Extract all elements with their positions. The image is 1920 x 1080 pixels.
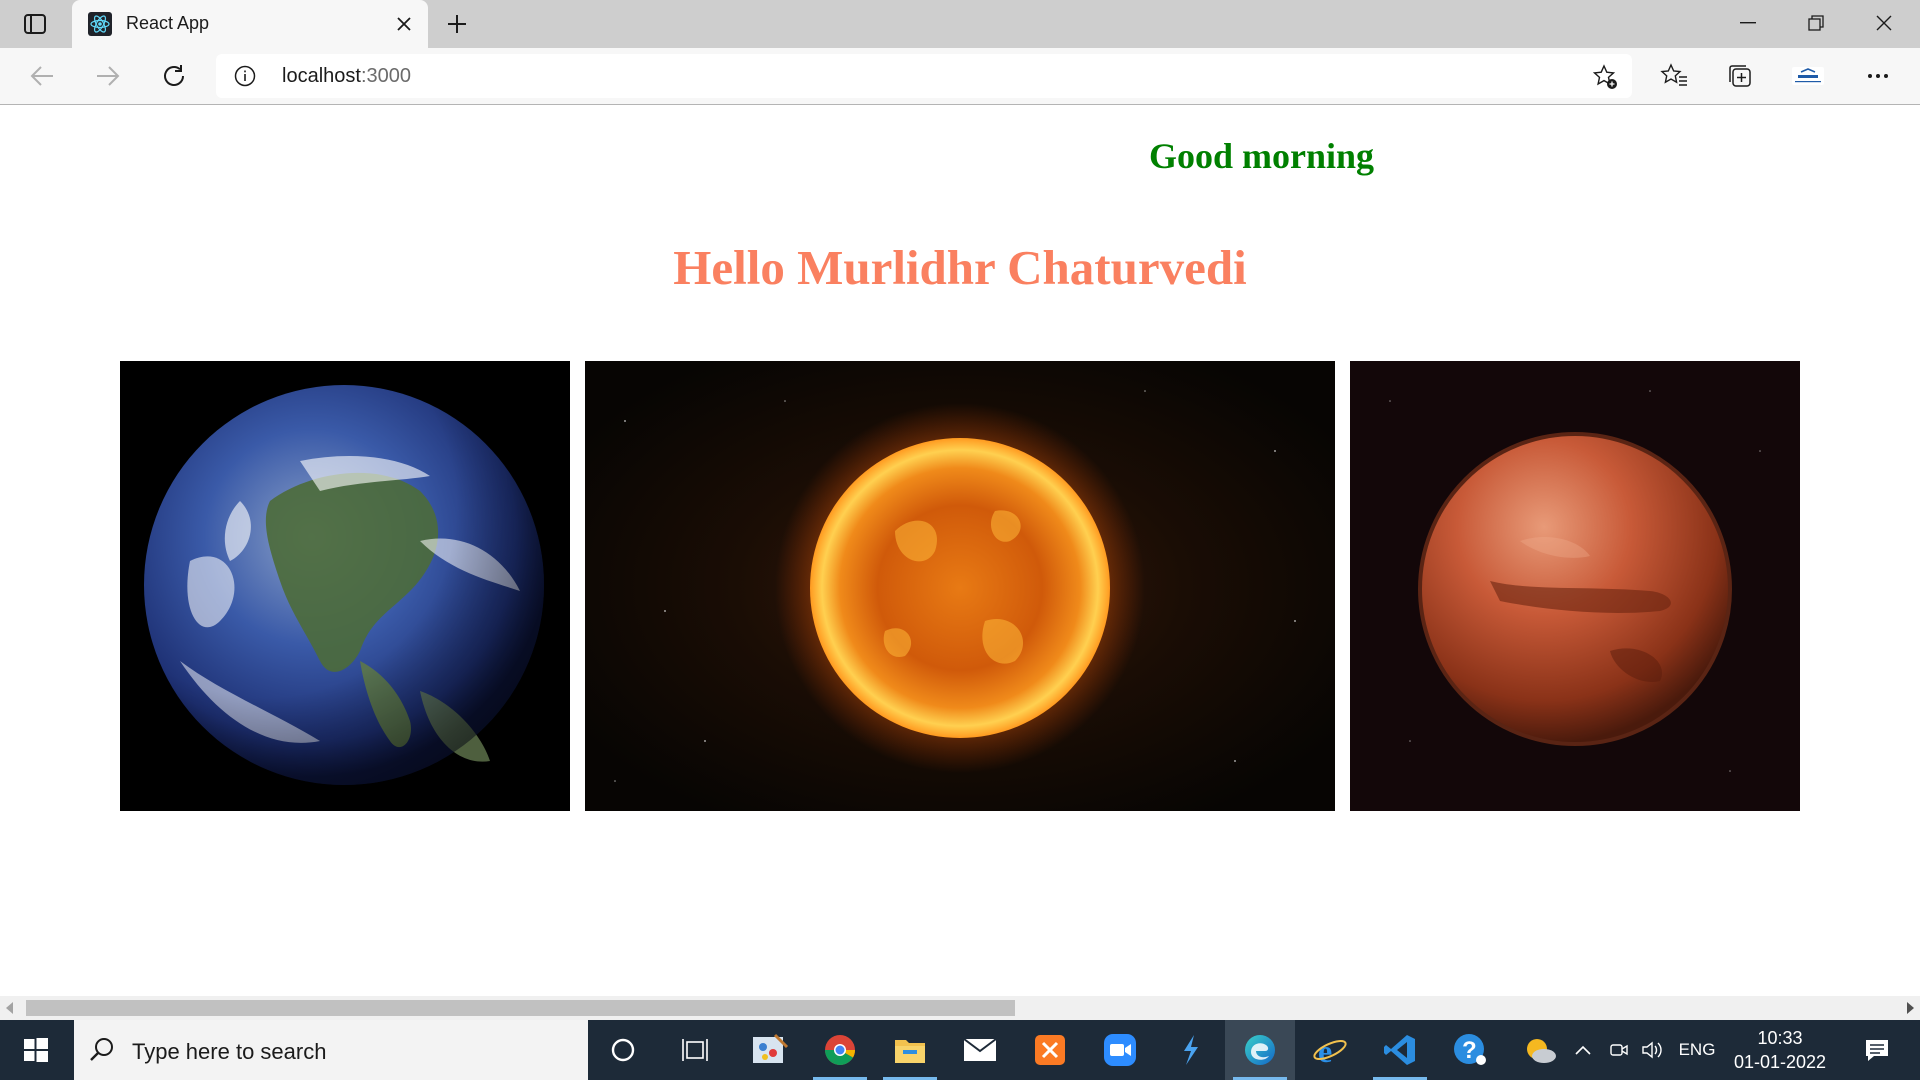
collections-icon[interactable] [1722, 59, 1758, 93]
clock-time: 10:33 [1757, 1028, 1803, 1048]
taskbar: Type here to search e ? ENG 10:33 01-01-… [0, 1020, 1920, 1080]
hello-heading: Hello Murlidhr Chaturvedi [673, 240, 1247, 295]
scroll-right-icon[interactable] [1907, 1002, 1914, 1014]
clock-date: 01-01-2022 [1733, 1052, 1827, 1072]
greeting-text: Good morning [1149, 136, 1375, 176]
forward-icon[interactable] [90, 59, 126, 93]
sun-image [585, 361, 1335, 811]
internet-explorer-icon[interactable]: e [1295, 1020, 1365, 1080]
address-bar[interactable]: localhost:3000 [216, 54, 1632, 98]
clock[interactable]: 10:33 01-01-2022 [1720, 1026, 1840, 1074]
visual-studio-installer-icon[interactable] [1155, 1020, 1225, 1080]
horizontal-scrollbar[interactable] [0, 996, 1920, 1020]
help-icon[interactable]: ? [1435, 1020, 1505, 1080]
url-text[interactable]: localhost:3000 [282, 65, 411, 88]
task-view-icon[interactable] [660, 1020, 730, 1080]
svg-text:?: ? [1462, 1037, 1477, 1064]
show-hidden-icons-icon[interactable] [1568, 1020, 1598, 1080]
meet-now-icon[interactable] [1604, 1020, 1634, 1080]
search-icon [88, 1036, 116, 1064]
browser-toolbar: localhost:3000 [0, 48, 1920, 105]
tab-react-app[interactable]: React App [72, 0, 428, 48]
mail-icon[interactable] [945, 1020, 1015, 1080]
tab-actions-icon[interactable] [20, 10, 50, 38]
scrollbar-thumb[interactable] [26, 1000, 1015, 1016]
refresh-icon[interactable] [156, 59, 192, 93]
edge-icon[interactable] [1225, 1020, 1295, 1080]
url-port: :3000 [360, 65, 411, 87]
back-icon[interactable] [24, 59, 60, 93]
close-window-icon[interactable] [1850, 0, 1918, 46]
search-placeholder: Type here to search [132, 1039, 327, 1064]
mars-image [1350, 361, 1800, 811]
cortana-icon[interactable] [588, 1020, 658, 1080]
add-favorite-icon[interactable] [1592, 64, 1618, 90]
chrome-icon[interactable] [805, 1020, 875, 1080]
taskbar-search[interactable]: Type here to search [74, 1020, 588, 1080]
tab-close-icon[interactable] [392, 12, 416, 36]
language-indicator[interactable]: ENG [1672, 1020, 1722, 1080]
restore-icon[interactable] [1782, 0, 1850, 46]
react-icon [88, 12, 112, 36]
notifications-icon[interactable] [1852, 1020, 1902, 1080]
scroll-left-icon[interactable] [6, 1002, 13, 1014]
new-tab-icon[interactable] [442, 10, 472, 38]
zoom-icon[interactable] [1085, 1020, 1155, 1080]
earth-image [120, 361, 570, 811]
weather-icon[interactable] [1505, 1020, 1575, 1080]
tab-title: React App [126, 13, 210, 33]
volume-icon[interactable] [1638, 1020, 1668, 1080]
profile-icon[interactable] [1790, 59, 1826, 93]
url-host: localhost [282, 65, 361, 87]
page-content: Good morning Hello Murlidhr Chaturvedi [0, 105, 1920, 996]
xampp-icon[interactable] [1015, 1020, 1085, 1080]
favorites-icon[interactable] [1656, 59, 1692, 93]
vscode-icon[interactable] [1365, 1020, 1435, 1080]
windows-start-icon[interactable] [0, 1020, 72, 1080]
file-explorer-icon[interactable] [875, 1020, 945, 1080]
tab-strip: React App [0, 0, 1920, 48]
paint-icon[interactable] [735, 1020, 805, 1080]
minimize-icon[interactable] [1714, 0, 1782, 46]
more-options-icon[interactable] [1860, 59, 1896, 93]
info-icon[interactable] [234, 65, 256, 87]
